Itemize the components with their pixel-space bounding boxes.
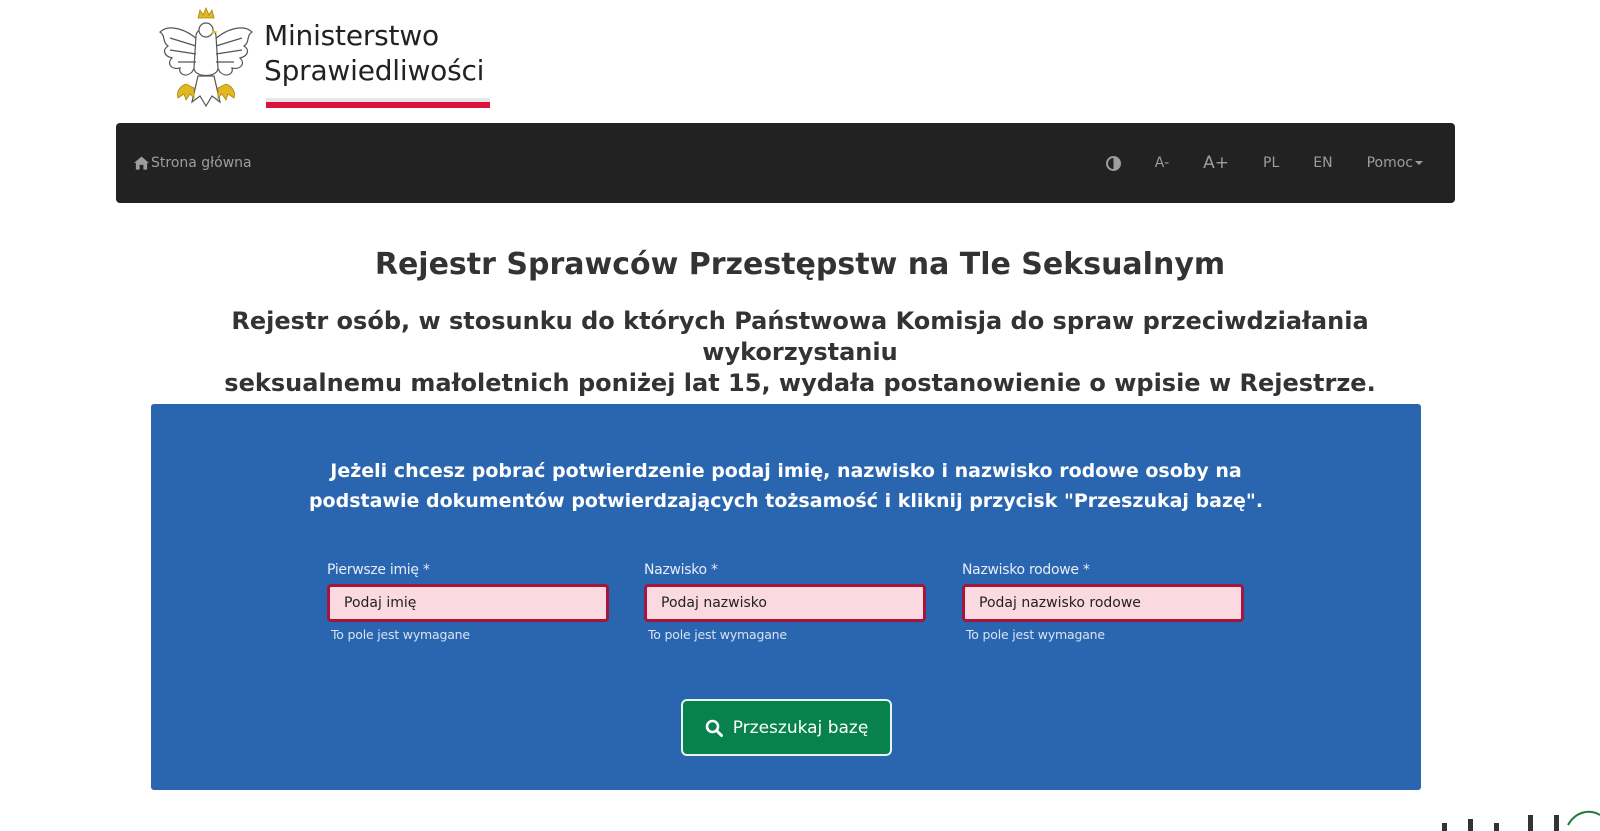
partial-logo-fragment — [1442, 810, 1600, 831]
last-name-error: To pole jest wymagane — [648, 627, 787, 642]
help-dropdown[interactable]: Pomoc — [1367, 155, 1423, 171]
caret-down-icon — [1415, 161, 1423, 165]
search-icon — [705, 719, 723, 737]
language-pl-link[interactable]: PL — [1263, 155, 1279, 171]
page-subtitle: Rejestr osób, w stosunku do których Pańs… — [170, 306, 1430, 399]
first-name-field-group: Pierwsze imię * To pole jest wymagane — [327, 562, 609, 642]
page-title: Rejestr Sprawców Przestępstw na Tle Seks… — [374, 247, 1226, 282]
search-button-label: Przeszukaj bazę — [732, 717, 869, 738]
family-name-error: To pole jest wymagane — [966, 627, 1105, 642]
logo-line-1: Ministerstwo — [264, 19, 439, 52]
form-instruction: Jeżeli chcesz pobrać potwierdzenie podaj… — [151, 456, 1421, 516]
last-name-input[interactable] — [644, 584, 926, 622]
contrast-icon — [1105, 155, 1121, 171]
ministry-name: Ministerstwo Sprawiedliwości — [264, 18, 484, 88]
search-form-panel: Jeżeli chcesz pobrać potwierdzenie podaj… — [151, 404, 1421, 790]
nav-right-group: A- A+ PL EN Pomoc — [1072, 123, 1423, 203]
search-database-button[interactable]: Przeszukaj bazę — [681, 699, 892, 756]
font-increase-button[interactable]: A+ — [1203, 153, 1229, 173]
contrast-toggle-button[interactable] — [1105, 155, 1121, 171]
help-dropdown-label: Pomoc — [1366, 155, 1413, 171]
instruction-line-2: podstawie dokumentów potwierdzających to… — [308, 490, 1264, 512]
home-link[interactable]: Strona główna — [134, 123, 252, 203]
subtitle-line-2: seksualnemu małoletnich poniżej lat 15, … — [224, 369, 1376, 397]
top-navbar: Strona główna A- A+ PL EN Pomoc — [116, 123, 1455, 203]
flag-stripe — [266, 98, 490, 110]
family-name-label: Nazwisko rodowe * — [962, 562, 1090, 578]
instruction-line-1: Jeżeli chcesz pobrać potwierdzenie podaj… — [330, 460, 1242, 482]
polish-eagle-emblem-icon — [159, 6, 253, 108]
first-name-label: Pierwsze imię * — [327, 562, 430, 578]
logo-line-2: Sprawiedliwości — [264, 54, 485, 87]
family-name-input[interactable] — [962, 584, 1244, 622]
home-icon — [134, 156, 149, 170]
first-name-error: To pole jest wymagane — [331, 627, 470, 642]
ministry-logo[interactable]: Ministerstwo Sprawiedliwości — [156, 6, 496, 114]
home-link-label: Strona główna — [151, 155, 252, 171]
family-name-field-group: Nazwisko rodowe * To pole jest wymagane — [962, 562, 1244, 642]
language-en-link[interactable]: EN — [1313, 155, 1332, 171]
last-name-field-group: Nazwisko * To pole jest wymagane — [644, 562, 926, 642]
font-decrease-button[interactable]: A- — [1155, 155, 1169, 171]
first-name-input[interactable] — [327, 584, 609, 622]
last-name-label: Nazwisko * — [644, 562, 718, 578]
subtitle-line-1: Rejestr osób, w stosunku do których Pańs… — [231, 307, 1369, 366]
